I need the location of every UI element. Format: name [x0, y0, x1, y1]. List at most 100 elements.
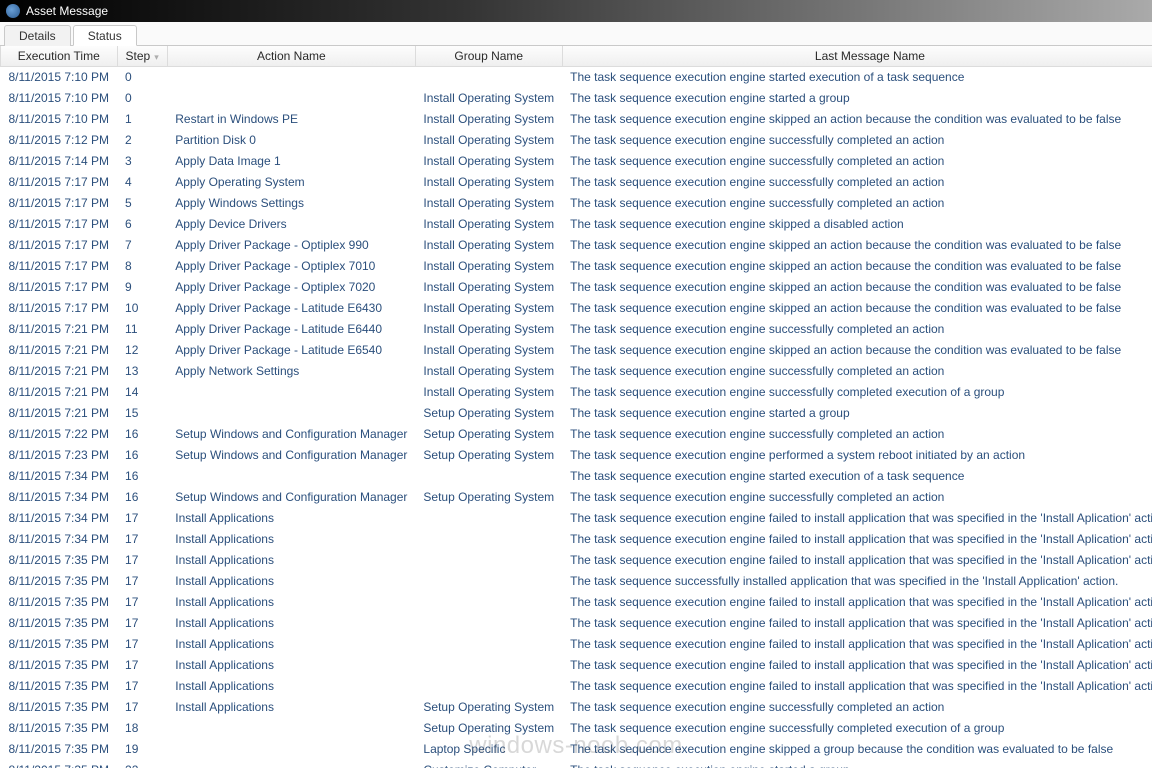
table-row[interactable]: 8/11/2015 7:35 PM17Install ApplicationsT… [1, 550, 1152, 571]
table-row[interactable]: 8/11/2015 7:34 PM17Install ApplicationsT… [1, 508, 1152, 529]
cell-time: 8/11/2015 7:35 PM [1, 676, 118, 697]
cell-message: The task sequence execution engine start… [562, 67, 1152, 88]
cell-action: Apply Data Image 1 [167, 151, 415, 172]
table-row[interactable]: 8/11/2015 7:34 PM17Install ApplicationsT… [1, 529, 1152, 550]
table-row[interactable]: 8/11/2015 7:35 PM17Install ApplicationsT… [1, 676, 1152, 697]
table-row[interactable]: 8/11/2015 7:35 PM17Install ApplicationsT… [1, 592, 1152, 613]
cell-group: Install Operating System [415, 340, 562, 361]
cell-action: Install Applications [167, 697, 415, 718]
cell-message: The task sequence execution engine start… [562, 760, 1152, 768]
table-row[interactable]: 8/11/2015 7:22 PM16Setup Windows and Con… [1, 424, 1152, 445]
table-row[interactable]: 8/11/2015 7:17 PM8Apply Driver Package -… [1, 256, 1152, 277]
table-row[interactable]: 8/11/2015 7:35 PM17Install ApplicationsT… [1, 613, 1152, 634]
cell-message: The task sequence execution engine succe… [562, 361, 1152, 382]
table-row[interactable]: 8/11/2015 7:21 PM13Apply Network Setting… [1, 361, 1152, 382]
cell-time: 8/11/2015 7:21 PM [1, 403, 118, 424]
col-header-action[interactable]: Action Name [167, 46, 415, 67]
cell-step: 0 [117, 88, 167, 109]
cell-group: Install Operating System [415, 235, 562, 256]
cell-step: 1 [117, 109, 167, 130]
table-row[interactable]: 8/11/2015 7:35 PM17Install ApplicationsT… [1, 655, 1152, 676]
cell-message: The task sequence execution engine succe… [562, 382, 1152, 403]
cell-action: Install Applications [167, 613, 415, 634]
table-row[interactable]: 8/11/2015 7:17 PM9Apply Driver Package -… [1, 277, 1152, 298]
cell-group [415, 571, 562, 592]
cell-group: Install Operating System [415, 256, 562, 277]
cell-group: Install Operating System [415, 214, 562, 235]
table-row[interactable]: 8/11/2015 7:21 PM12Apply Driver Package … [1, 340, 1152, 361]
cell-action [167, 760, 415, 768]
cell-message: The task sequence execution engine faile… [562, 655, 1152, 676]
table-row[interactable]: 8/11/2015 7:10 PM0The task sequence exec… [1, 67, 1152, 88]
cell-step: 17 [117, 508, 167, 529]
cell-message: The task sequence execution engine faile… [562, 550, 1152, 571]
cell-time: 8/11/2015 7:10 PM [1, 67, 118, 88]
cell-step: 16 [117, 466, 167, 487]
window-title: Asset Message [26, 4, 108, 18]
cell-step: 17 [117, 655, 167, 676]
table-row[interactable]: 8/11/2015 7:21 PM11Apply Driver Package … [1, 319, 1152, 340]
cell-step: 18 [117, 718, 167, 739]
col-header-step[interactable]: Step [117, 46, 167, 67]
cell-action [167, 466, 415, 487]
cell-message: The task sequence execution engine faile… [562, 592, 1152, 613]
cell-time: 8/11/2015 7:35 PM [1, 760, 118, 768]
cell-step: 13 [117, 361, 167, 382]
table-row[interactable]: 8/11/2015 7:35 PM19Laptop SpecificThe ta… [1, 739, 1152, 760]
cell-group: Install Operating System [415, 130, 562, 151]
cell-action [167, 88, 415, 109]
table-row[interactable]: 8/11/2015 7:14 PM3Apply Data Image 1Inst… [1, 151, 1152, 172]
cell-time: 8/11/2015 7:35 PM [1, 592, 118, 613]
table-row[interactable]: 8/11/2015 7:21 PM15Setup Operating Syste… [1, 403, 1152, 424]
tab-details[interactable]: Details [4, 25, 71, 46]
cell-action: Apply Driver Package - Latitude E6440 [167, 319, 415, 340]
cell-message: The task sequence execution engine skipp… [562, 256, 1152, 277]
cell-group: Install Operating System [415, 361, 562, 382]
cell-action: Install Applications [167, 676, 415, 697]
col-header-time[interactable]: Execution Time [1, 46, 118, 67]
table-row[interactable]: 8/11/2015 7:35 PM22Customize ComputerThe… [1, 760, 1152, 768]
table-row[interactable]: 8/11/2015 7:17 PM10Apply Driver Package … [1, 298, 1152, 319]
cell-message: The task sequence successfully installed… [562, 571, 1152, 592]
table-row[interactable]: 8/11/2015 7:12 PM2Partition Disk 0Instal… [1, 130, 1152, 151]
cell-message: The task sequence execution engine succe… [562, 319, 1152, 340]
table-row[interactable]: 8/11/2015 7:34 PM16The task sequence exe… [1, 466, 1152, 487]
cell-message: The task sequence execution engine succe… [562, 487, 1152, 508]
cell-time: 8/11/2015 7:34 PM [1, 466, 118, 487]
cell-action: Install Applications [167, 634, 415, 655]
cell-step: 9 [117, 277, 167, 298]
status-table-container[interactable]: Execution Time Step Action Name Group Na… [0, 46, 1152, 768]
table-row[interactable]: 8/11/2015 7:35 PM17Install ApplicationsT… [1, 634, 1152, 655]
cell-action: Install Applications [167, 655, 415, 676]
cell-step: 17 [117, 613, 167, 634]
table-row[interactable]: 8/11/2015 7:17 PM7Apply Driver Package -… [1, 235, 1152, 256]
col-header-message[interactable]: Last Message Name [562, 46, 1152, 67]
table-row[interactable]: 8/11/2015 7:17 PM4Apply Operating System… [1, 172, 1152, 193]
table-row[interactable]: 8/11/2015 7:35 PM17Install ApplicationsT… [1, 571, 1152, 592]
cell-message: The task sequence execution engine succe… [562, 424, 1152, 445]
cell-time: 8/11/2015 7:10 PM [1, 88, 118, 109]
col-header-group[interactable]: Group Name [415, 46, 562, 67]
cell-message: The task sequence execution engine skipp… [562, 277, 1152, 298]
cell-message: The task sequence execution engine succe… [562, 172, 1152, 193]
cell-message: The task sequence execution engine start… [562, 403, 1152, 424]
cell-group: Install Operating System [415, 172, 562, 193]
cell-step: 22 [117, 760, 167, 768]
table-row[interactable]: 8/11/2015 7:10 PM0Install Operating Syst… [1, 88, 1152, 109]
table-row[interactable]: 8/11/2015 7:34 PM16Setup Windows and Con… [1, 487, 1152, 508]
tab-status[interactable]: Status [73, 25, 137, 46]
cell-action: Apply Driver Package - Optiplex 990 [167, 235, 415, 256]
cell-action [167, 718, 415, 739]
cell-time: 8/11/2015 7:17 PM [1, 298, 118, 319]
table-row[interactable]: 8/11/2015 7:17 PM5Apply Windows Settings… [1, 193, 1152, 214]
table-row[interactable]: 8/11/2015 7:23 PM16Setup Windows and Con… [1, 445, 1152, 466]
table-row[interactable]: 8/11/2015 7:10 PM1Restart in Windows PEI… [1, 109, 1152, 130]
cell-step: 12 [117, 340, 167, 361]
cell-time: 8/11/2015 7:17 PM [1, 277, 118, 298]
table-row[interactable]: 8/11/2015 7:21 PM14Install Operating Sys… [1, 382, 1152, 403]
table-row[interactable]: 8/11/2015 7:35 PM17Install ApplicationsS… [1, 697, 1152, 718]
table-row[interactable]: 8/11/2015 7:35 PM18Setup Operating Syste… [1, 718, 1152, 739]
table-row[interactable]: 8/11/2015 7:17 PM6Apply Device DriversIn… [1, 214, 1152, 235]
cell-step: 17 [117, 634, 167, 655]
cell-action: Apply Device Drivers [167, 214, 415, 235]
